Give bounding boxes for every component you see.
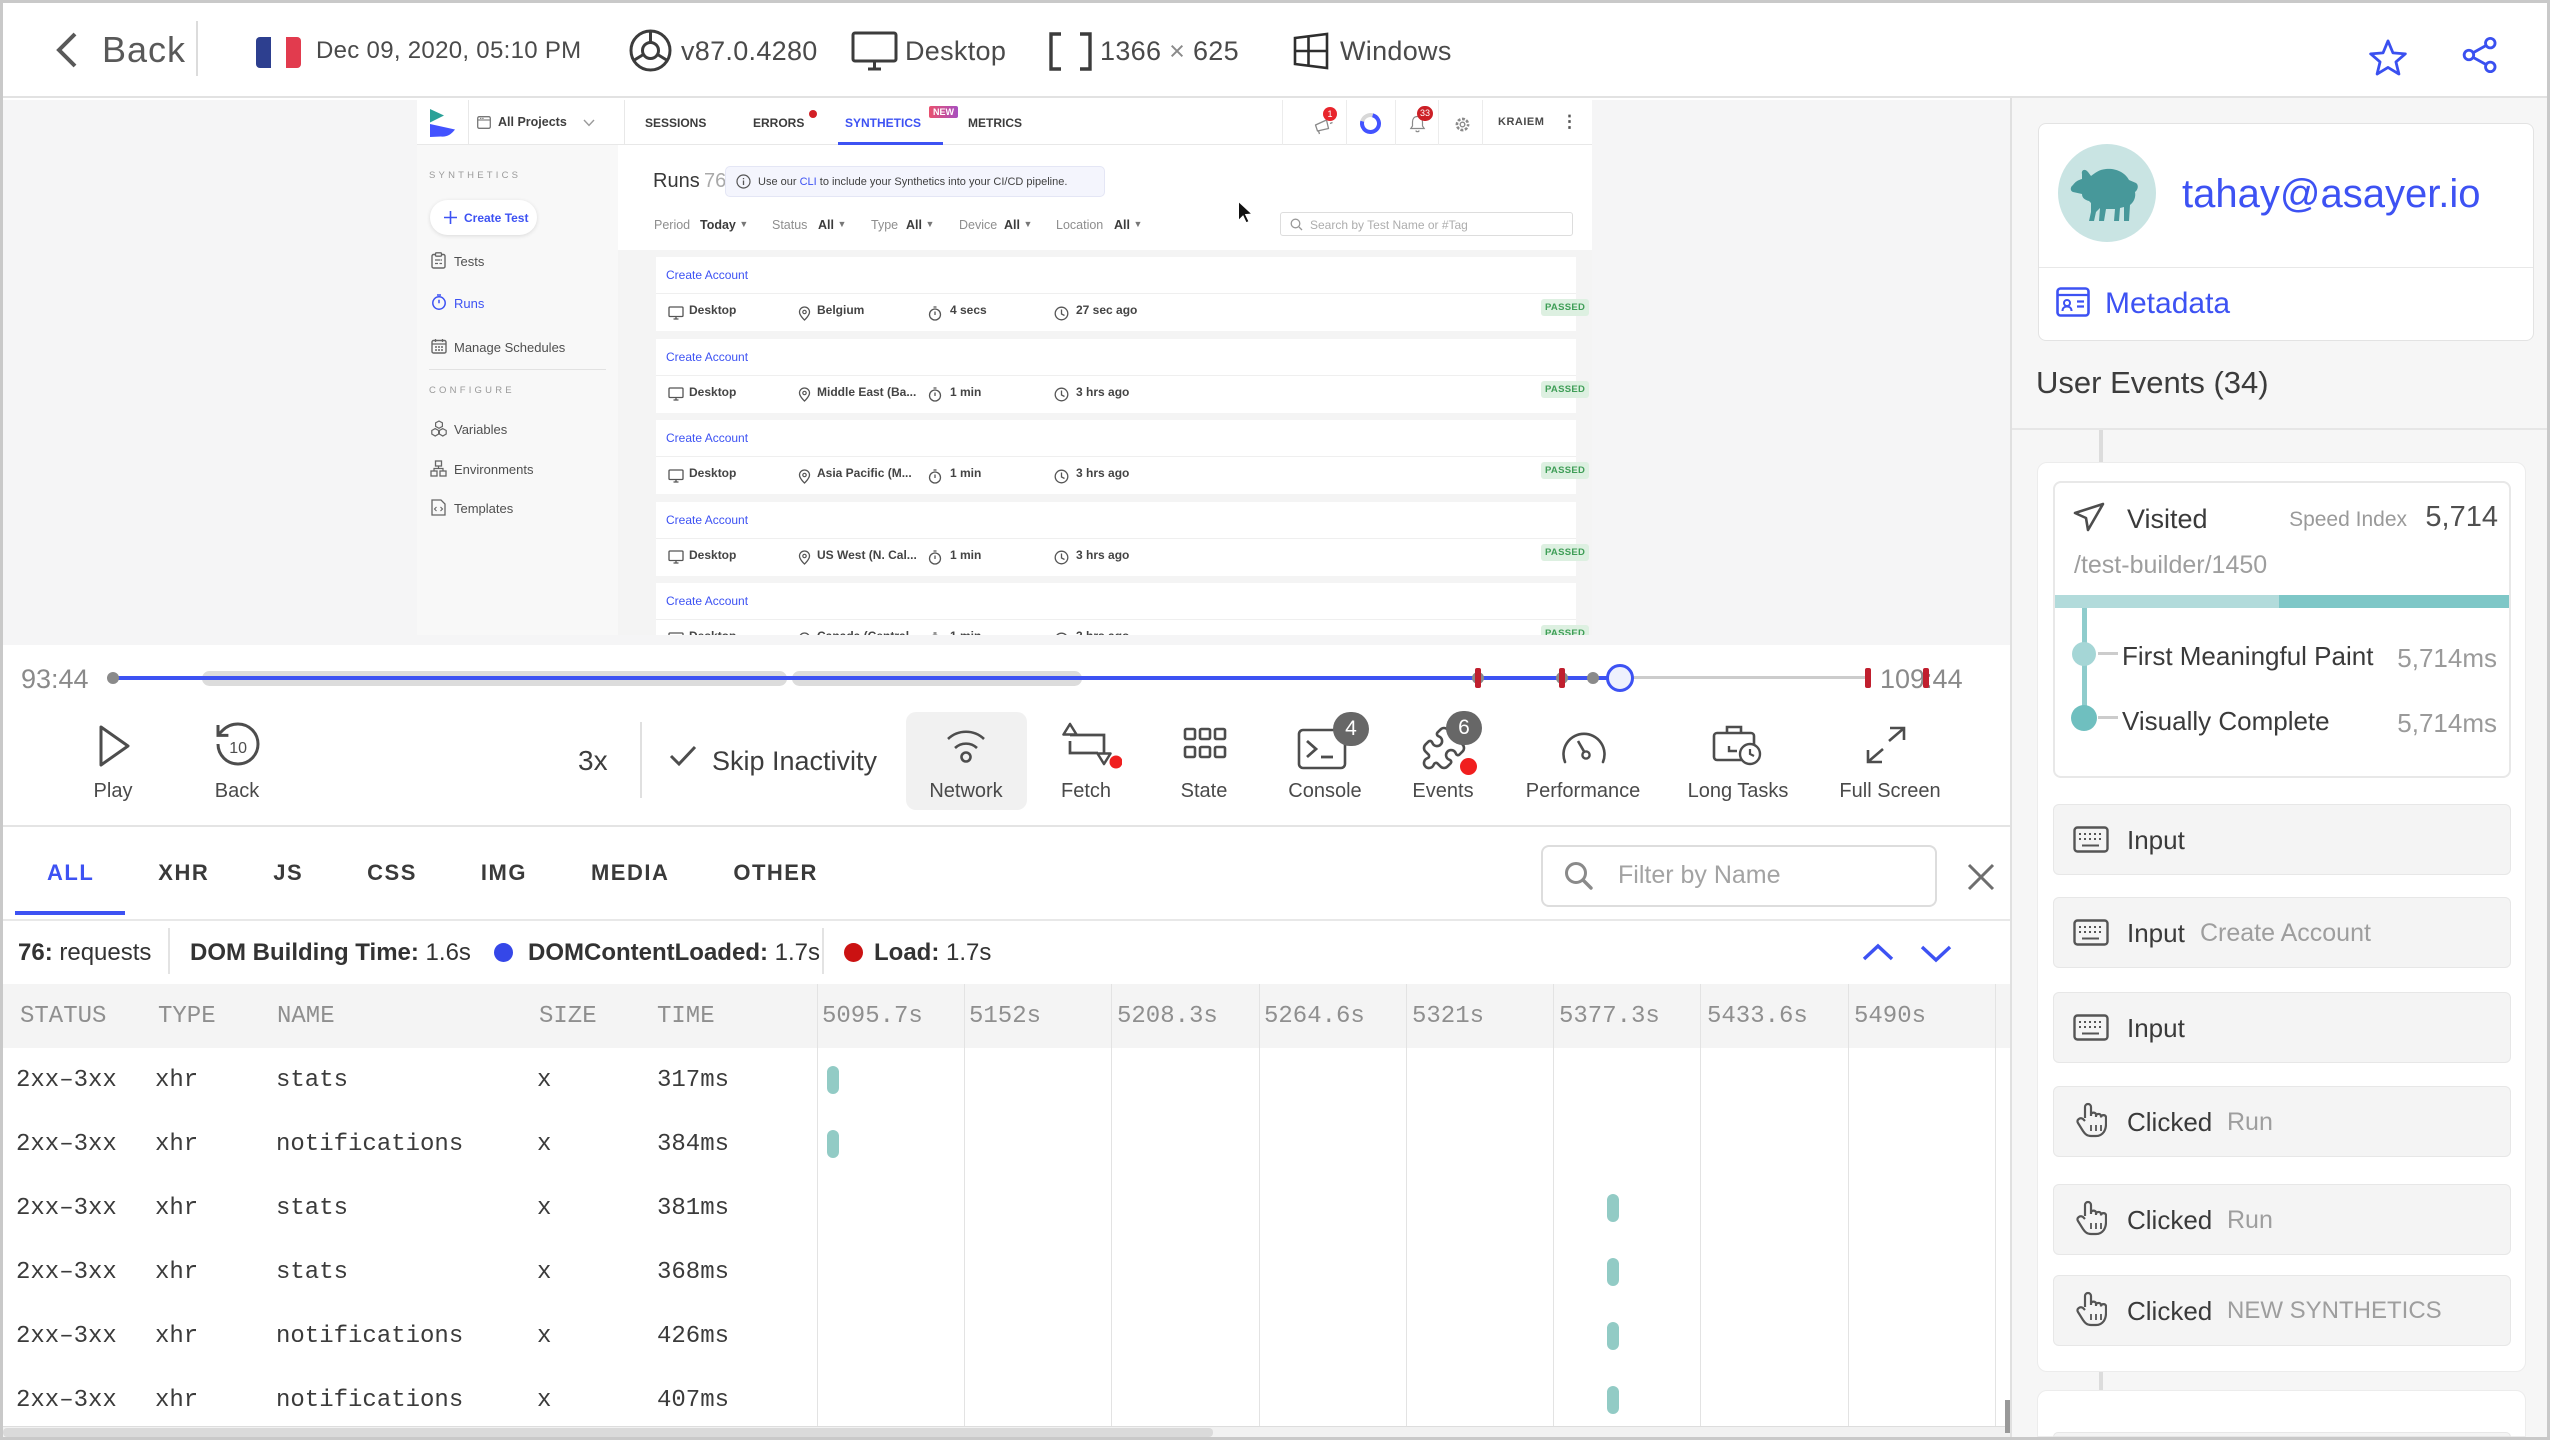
svg-text:10: 10	[229, 740, 247, 757]
